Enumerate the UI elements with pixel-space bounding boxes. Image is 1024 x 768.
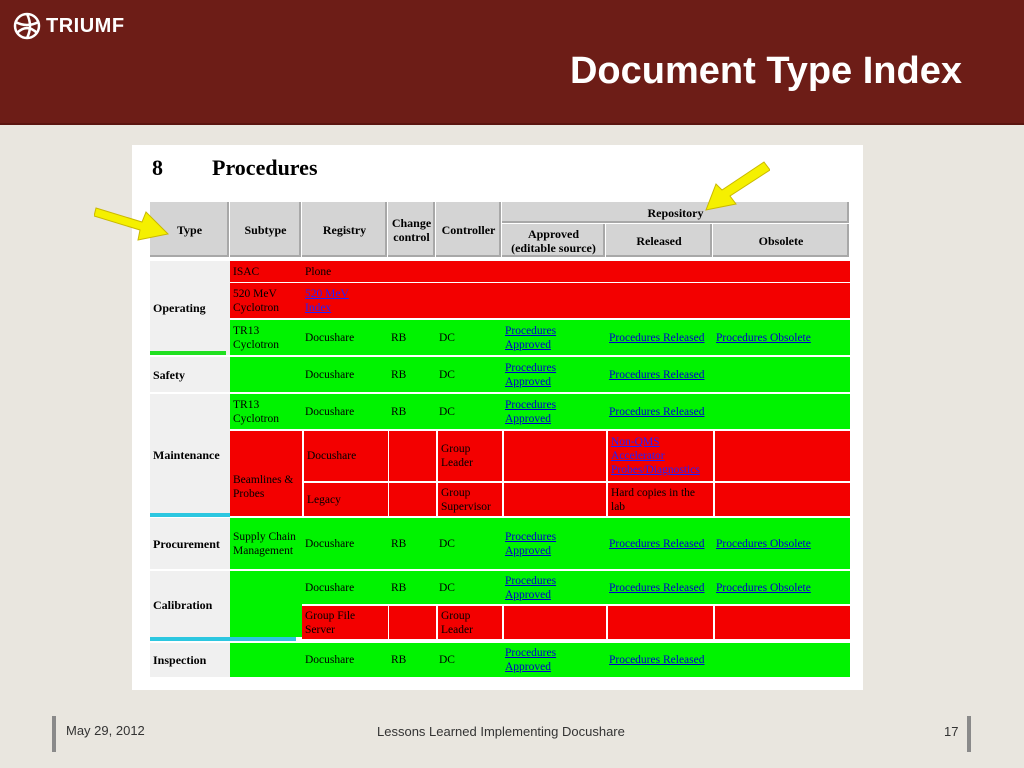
cell-plone: Plone bbox=[302, 261, 388, 282]
col-header-repository: Repository bbox=[502, 202, 850, 224]
link-procedures-approved[interactable]: Procedures Approved bbox=[502, 518, 606, 569]
row-divider bbox=[150, 637, 296, 641]
arrow-pointer-icon bbox=[94, 207, 170, 241]
arrow-pointer-icon bbox=[705, 161, 770, 211]
link-procedures-released[interactable]: Procedures Released bbox=[606, 518, 713, 569]
col-header-approved: Approved (editable source) bbox=[502, 224, 606, 258]
cell-group-leader: Group Leader bbox=[438, 431, 502, 481]
cell-controller-dc: DC bbox=[436, 643, 502, 677]
col-header-controller: Controller bbox=[436, 202, 502, 258]
cell-hard-copies: Hard copies in the lab bbox=[608, 483, 713, 516]
link-procedures-obsolete[interactable]: Procedures Obsolete bbox=[713, 518, 850, 569]
link-procedures-obsolete[interactable]: Procedures Obsolete bbox=[713, 571, 850, 604]
triumf-logo: TRIUMF bbox=[12, 10, 125, 42]
cell-calibration-subtype bbox=[230, 571, 302, 637]
row-divider bbox=[150, 513, 230, 517]
cell-obsolete-empty bbox=[715, 606, 850, 639]
cell-change-rb: RB bbox=[388, 643, 436, 677]
type-procurement: Procurement bbox=[150, 518, 230, 569]
cell-approved-empty bbox=[504, 606, 606, 639]
cell-change-rb: RB bbox=[388, 357, 436, 392]
type-operating: Operating bbox=[150, 261, 230, 355]
section-title: Procedures bbox=[212, 155, 318, 180]
section-number: 8 bbox=[152, 155, 163, 180]
cell-registry-legacy: Legacy bbox=[304, 483, 388, 516]
link-procedures-approved[interactable]: Procedures Approved bbox=[502, 571, 606, 604]
cell-supply-chain: Supply Chain Management bbox=[230, 518, 302, 569]
cell-beamlines-probes: Beamlines & Probes bbox=[230, 431, 302, 516]
footer-divider bbox=[52, 716, 56, 752]
cell-group-supervisor: Group Supervisor bbox=[438, 483, 502, 516]
cell-change-rb: RB bbox=[388, 571, 436, 604]
table-image: 8 Procedures Type Subtype Registry Change… bbox=[94, 145, 863, 690]
cell-controller-dc: DC bbox=[436, 394, 502, 429]
footer-title: Lessons Learned Implementing Docushare bbox=[377, 724, 625, 739]
cell-controller-dc: DC bbox=[436, 518, 502, 569]
col-header-released: Released bbox=[606, 224, 713, 258]
cell-controller-dc: DC bbox=[436, 571, 502, 604]
cell-520-cyclotron: 520 MeV Cyclotron bbox=[230, 283, 302, 318]
cell-isac: ISAC bbox=[230, 261, 302, 282]
cell-change-empty bbox=[388, 483, 436, 516]
cell-registry-docushare: Docushare bbox=[302, 643, 388, 677]
link-procedures-released[interactable]: Procedures Released bbox=[606, 643, 713, 677]
col-header-change-control: Change control bbox=[388, 202, 436, 258]
slide-number: 17 bbox=[944, 724, 959, 739]
type-inspection: Inspection bbox=[150, 643, 230, 677]
cell-registry-docushare: Docushare bbox=[304, 431, 388, 481]
link-procedures-released[interactable]: Procedures Released bbox=[606, 394, 713, 429]
link-procedures-approved[interactable]: Procedures Approved bbox=[502, 320, 606, 355]
cell-registry-docushare: Docushare bbox=[302, 320, 388, 355]
col-header-subtype: Subtype bbox=[230, 202, 302, 258]
cell-change-rb: RB bbox=[388, 394, 436, 429]
cell-registry-docushare: Docushare bbox=[302, 357, 388, 392]
link-procedures-released[interactable]: Procedures Released bbox=[606, 320, 713, 355]
col-header-obsolete: Obsolete bbox=[713, 224, 850, 258]
row-divider bbox=[150, 351, 226, 355]
logo-text: TRIUMF bbox=[46, 14, 125, 37]
link-non-qms-probes[interactable]: Non-QMS Accelerator Probes/Diagnostics bbox=[608, 431, 713, 481]
type-calibration: Calibration bbox=[150, 571, 230, 639]
cell-tr13-cyclotron: TR13 Cyclotron bbox=[230, 394, 302, 429]
cell-change-rb: RB bbox=[388, 518, 436, 569]
cell-group-leader: Group Leader bbox=[438, 606, 502, 639]
cell-change-empty bbox=[388, 431, 436, 481]
link-procedures-released[interactable]: Procedures Released bbox=[606, 357, 713, 392]
link-procedures-approved[interactable]: Procedures Approved bbox=[502, 357, 606, 392]
cell-obsolete-empty bbox=[715, 483, 850, 516]
cell-change-rb: RB bbox=[388, 320, 436, 355]
type-safety: Safety bbox=[150, 357, 230, 392]
type-maintenance: Maintenance bbox=[150, 394, 230, 516]
triumf-logo-icon bbox=[13, 12, 41, 40]
link-procedures-approved[interactable]: Procedures Approved bbox=[502, 394, 606, 429]
link-procedures-obsolete[interactable]: Procedures Obsolete bbox=[713, 320, 850, 355]
header-bar: TRIUMF Document Type Index bbox=[0, 0, 1024, 125]
cell-released-empty bbox=[608, 606, 713, 639]
cell-obsolete-empty bbox=[715, 431, 850, 481]
cell-controller-dc: DC bbox=[436, 320, 502, 355]
page-title: Document Type Index bbox=[569, 50, 962, 92]
link-520-index[interactable]: 520 MeV Index bbox=[302, 283, 372, 318]
cell-approved-empty bbox=[504, 431, 606, 481]
cell-group-file-server: Group File Server bbox=[302, 606, 388, 639]
cell-change-empty bbox=[388, 606, 436, 639]
cell-registry-docushare: Docushare bbox=[302, 571, 388, 604]
link-procedures-approved[interactable]: Procedures Approved bbox=[502, 643, 606, 677]
link-procedures-released[interactable]: Procedures Released bbox=[606, 571, 713, 604]
cell-controller-dc: DC bbox=[436, 357, 502, 392]
cell-tr13-cyclotron: TR13 Cyclotron bbox=[230, 320, 302, 355]
footer-date: May 29, 2012 bbox=[66, 723, 145, 738]
section-heading: 8 Procedures bbox=[152, 155, 318, 181]
col-header-registry: Registry bbox=[302, 202, 388, 258]
cell-registry-docushare: Docushare bbox=[302, 518, 388, 569]
cell-approved-empty bbox=[504, 483, 606, 516]
cell-registry-docushare: Docushare bbox=[302, 394, 388, 429]
footer-divider bbox=[967, 716, 971, 752]
